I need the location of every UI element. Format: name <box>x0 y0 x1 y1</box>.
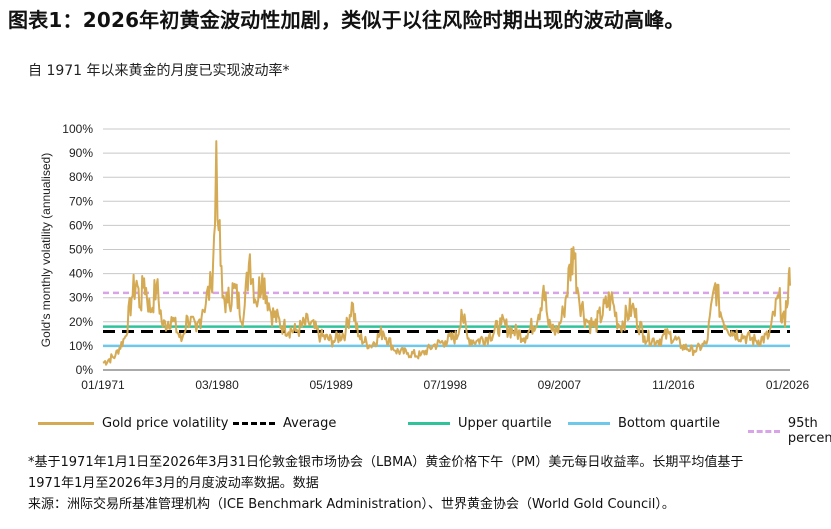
footnote: *基于1971年1月1日至2026年3月31日伦敦金银市场协会（LBMA）黄金价… <box>28 452 828 515</box>
y-tick-label: 20% <box>69 315 93 329</box>
chart-legend: Gold price volatility Average Upper quarti… <box>28 416 831 446</box>
legend-swatch <box>408 422 450 425</box>
legend-label: Upper quartile <box>458 416 552 431</box>
source-line: 来源：洲际交易所基准管理机构（ICE Benchmark Administrat… <box>28 497 675 512</box>
volatility-chart: 0% 10% 20% 30% 40% 50% 60% 70% 80% 90% 100% 01/1971… <box>39 122 810 392</box>
legend-label: Bottom quartile <box>618 416 720 431</box>
y-tick-label: 100% <box>62 122 93 136</box>
chart-subtitle: 自 1971 年以来黄金的月度已实现波动率* <box>28 63 290 79</box>
y-tick-label: 40% <box>69 267 93 281</box>
x-tick-label: 07/1998 <box>424 378 468 392</box>
footnote-line-2: 1971年1月至2026年3月的月度波动率数据。数据 <box>28 476 319 491</box>
legend-item-upper-quartile: Upper quartile <box>408 416 552 431</box>
y-tick-label: 0% <box>76 363 94 377</box>
y-tick-label: 50% <box>69 243 93 257</box>
x-tick-label: 01/2026 <box>766 378 810 392</box>
y-tick-label: 30% <box>69 291 93 305</box>
legend-item-95th-percentile: 95th percentile <box>748 416 831 446</box>
y-tick-label: 80% <box>69 170 93 184</box>
legend-swatch <box>38 422 94 425</box>
page-title: 图表1：2026年初黄金波动性加剧，类似于以往风险时期出现的波动高峰。 <box>8 8 685 32</box>
y-tick-label: 90% <box>69 146 93 160</box>
legend-item-bottom-quartile: Bottom quartile <box>568 416 720 431</box>
y-axis-label: Gold's monthly volatility (annualised) <box>39 153 53 347</box>
legend-label: 95th percentile <box>787 416 831 446</box>
y-tick-label: 10% <box>69 339 93 353</box>
x-tick-label: 03/1980 <box>195 378 239 392</box>
y-tick-label: 60% <box>69 218 93 232</box>
legend-item-average: Average <box>233 416 336 431</box>
legend-label: Gold price volatility <box>102 416 229 431</box>
legend-swatch <box>568 422 610 425</box>
x-tick-label: 11/2016 <box>652 378 695 392</box>
legend-item-gold-price-volatility: Gold price volatility <box>38 416 228 431</box>
footnote-line-1: *基于1971年1月1日至2026年3月31日伦敦金银市场协会（LBMA）黄金价… <box>28 455 744 470</box>
legend-swatch <box>233 422 275 425</box>
x-tick-label: 05/1989 <box>309 378 353 392</box>
x-tick-label: 09/2007 <box>538 378 582 392</box>
y-tick-label: 70% <box>69 194 93 208</box>
legend-label: Average <box>283 416 337 431</box>
x-tick-label: 01/1971 <box>81 378 125 392</box>
legend-swatch <box>748 429 780 433</box>
